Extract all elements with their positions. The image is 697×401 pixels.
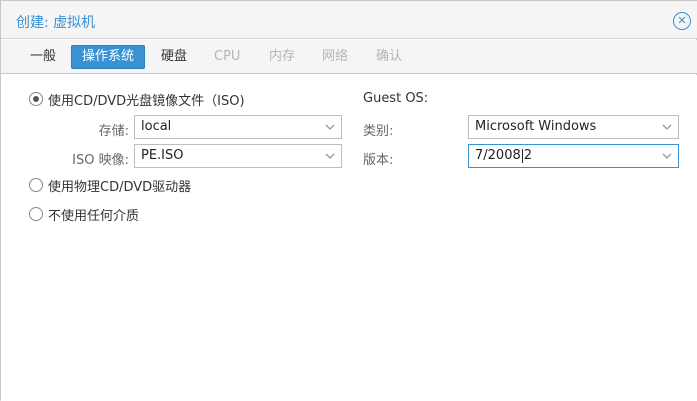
tab-bar: 一般 操作系统 硬盘 CPU 内存 网络 确认 [1, 40, 697, 74]
chevron-down-icon[interactable] [319, 116, 341, 138]
radio-none-label: 不使用任何介质 [48, 208, 140, 224]
tab-disk[interactable]: 硬盘 [150, 45, 198, 69]
radio-physical-row[interactable]: 使用物理CD/DVD驱动器 [29, 175, 191, 195]
radio-none-row[interactable]: 不使用任何介质 [29, 204, 139, 224]
chevron-down-icon[interactable] [656, 116, 678, 138]
guest-os-title: Guest OS: [363, 91, 429, 106]
os-type-value: Microsoft Windows [475, 119, 597, 134]
os-type-select[interactable]: Microsoft Windows [468, 115, 679, 139]
close-icon[interactable]: ✕ [673, 12, 691, 30]
radio-physical[interactable] [29, 178, 43, 192]
text-cursor [521, 148, 523, 163]
dialog-titlebar: 创建: 虚拟机 ✕ [1, 1, 697, 39]
radio-iso-row[interactable]: 使用CD/DVD光盘镜像文件（ISO) [29, 89, 245, 109]
storage-select[interactable]: local [134, 115, 342, 139]
tab-memory[interactable]: 内存 [258, 45, 306, 69]
tab-general[interactable]: 一般 [19, 45, 67, 69]
iso-image-select[interactable]: PE.ISO [134, 144, 342, 168]
os-version-select[interactable]: 7/2008 2 [468, 144, 679, 168]
iso-image-label: ISO 映像: [72, 153, 129, 168]
radio-iso[interactable] [29, 92, 43, 106]
os-panel: 使用CD/DVD光盘镜像文件（ISO) 存储: local ISO 映像: PE… [1, 75, 697, 401]
radio-iso-label: 使用CD/DVD光盘镜像文件（ISO) [48, 93, 245, 109]
iso-image-value: PE.ISO [141, 148, 184, 163]
os-type-label: 类别: [363, 124, 394, 139]
chevron-down-icon[interactable] [319, 145, 341, 167]
tab-confirm[interactable]: 确认 [365, 45, 413, 69]
radio-none[interactable] [29, 207, 43, 221]
tab-network[interactable]: 网络 [311, 45, 359, 69]
radio-physical-label: 使用物理CD/DVD驱动器 [48, 179, 192, 195]
chevron-down-icon[interactable] [656, 145, 678, 167]
dialog-title: 创建: 虚拟机 [16, 15, 96, 31]
os-version-value-end: 2 [523, 148, 533, 163]
tab-cpu[interactable]: CPU [203, 45, 251, 69]
os-version-label: 版本: [363, 153, 394, 168]
storage-label: 存储: [98, 124, 129, 139]
tab-os[interactable]: 操作系统 [71, 45, 146, 69]
os-version-value-start: 7/2008 [475, 148, 521, 163]
storage-value: local [141, 119, 172, 134]
create-vm-dialog: 创建: 虚拟机 ✕ 一般 操作系统 硬盘 CPU 内存 网络 确认 使用CD/D… [0, 0, 697, 401]
